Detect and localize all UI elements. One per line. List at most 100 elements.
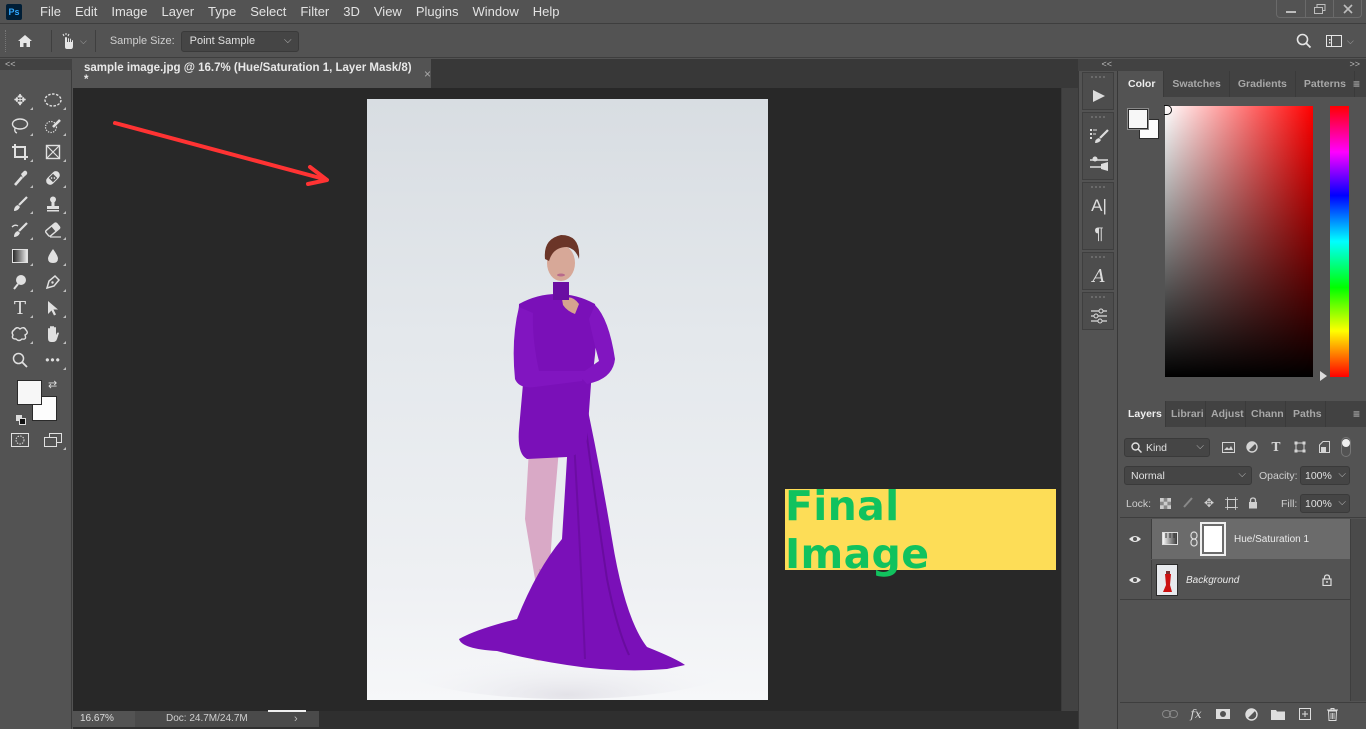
screen-mode-button[interactable] (40, 429, 66, 451)
color-saturation-field[interactable] (1165, 106, 1313, 377)
new-group-button[interactable] (1270, 706, 1286, 722)
lock-position-button[interactable]: ✥ (1202, 496, 1216, 510)
tab-color[interactable]: Color (1120, 71, 1165, 97)
menu-layer[interactable]: Layer (156, 0, 201, 24)
healing-brush-tool[interactable] (40, 167, 66, 189)
minimize-button[interactable] (1277, 0, 1305, 18)
brush-presets-button[interactable] (1083, 150, 1115, 178)
layer-visibility-toggle[interactable] (1120, 560, 1152, 600)
filter-type-layers-button[interactable]: T (1269, 440, 1283, 454)
menu-window[interactable]: Window (466, 0, 524, 24)
layer-name[interactable]: Background (1186, 575, 1239, 586)
new-fill-adjustment-button[interactable] (1243, 706, 1259, 722)
tab-swatches[interactable]: Swatches (1164, 71, 1230, 97)
type-tool[interactable]: T (7, 297, 33, 319)
actions-button[interactable] (1083, 82, 1115, 110)
layer-name[interactable]: Hue/Saturation 1 (1234, 534, 1309, 545)
dock-collapse-button[interactable]: << (1078, 59, 1118, 71)
edit-toolbar-button[interactable]: ••• (40, 349, 66, 371)
frame-tool[interactable] (40, 141, 66, 163)
swap-colors-button[interactable]: ⇄ (48, 378, 57, 391)
layer-filter-toggle[interactable] (1341, 437, 1351, 457)
document-image[interactable] (367, 99, 768, 700)
color-panel-foreground-swatch[interactable] (1127, 108, 1149, 130)
status-menu-arrow-icon[interactable]: › (289, 711, 319, 727)
lock-all-button[interactable] (1246, 496, 1260, 510)
menu-view[interactable]: View (368, 0, 408, 24)
tab-patterns[interactable]: Patterns (1296, 71, 1355, 97)
layer-row[interactable]: Background (1120, 560, 1350, 600)
tab-channels[interactable]: Chann (1246, 401, 1286, 427)
layers-scrollbar[interactable] (1350, 519, 1366, 701)
tab-gradients[interactable]: Gradients (1230, 71, 1296, 97)
menu-type[interactable]: Type (202, 0, 242, 24)
eyedropper-tool[interactable] (7, 167, 33, 189)
opacity-input[interactable]: 100% ⌵ (1300, 466, 1350, 485)
link-layers-button[interactable] (1162, 706, 1178, 722)
hue-slider-handle[interactable] (1320, 371, 1327, 381)
tab-libraries[interactable]: Librari (1166, 401, 1206, 427)
sample-size-select[interactable]: Point Sample ⌵ (180, 30, 299, 52)
restore-button[interactable] (1305, 0, 1333, 18)
quick-mask-button[interactable] (7, 429, 33, 451)
zoom-level-field[interactable]: 16.67% (73, 711, 135, 727)
tab-adjustments[interactable]: Adjust (1206, 401, 1246, 427)
filter-smart-objects-button[interactable] (1317, 440, 1331, 454)
clone-stamp-tool[interactable] (40, 193, 66, 215)
close-button[interactable] (1333, 0, 1361, 18)
home-button[interactable] (7, 34, 43, 48)
paragraph-button[interactable]: ¶ (1083, 220, 1115, 248)
hue-slider-track[interactable] (1330, 106, 1349, 377)
panel-menu-icon[interactable]: ≡ (1353, 77, 1360, 91)
menu-file[interactable]: File (34, 0, 67, 24)
layer-filter-kind-select[interactable]: Kind ⌵ (1124, 438, 1210, 457)
fill-input[interactable]: 100% ⌵ (1300, 494, 1350, 513)
path-selection-tool[interactable] (40, 297, 66, 319)
layer-row[interactable]: Hue/Saturation 1 (1120, 519, 1350, 559)
quick-select-tool[interactable] (40, 115, 66, 137)
lock-transparent-pixels-button[interactable] (1158, 496, 1172, 510)
workspace-button[interactable]: ⌵ (1326, 35, 1354, 47)
menu-3d[interactable]: 3D (337, 0, 366, 24)
menu-edit[interactable]: Edit (69, 0, 103, 24)
search-button[interactable] (1296, 33, 1312, 54)
pen-tool[interactable] (40, 271, 66, 293)
glyphs-button[interactable]: A (1083, 262, 1115, 290)
history-brush-tool[interactable] (7, 219, 33, 241)
add-mask-button[interactable] (1215, 706, 1231, 722)
lasso-tool[interactable] (7, 115, 33, 137)
panel-menu-icon[interactable]: ≡ (1353, 407, 1360, 421)
blur-tool[interactable] (40, 245, 66, 267)
canvas-vertical-scrollbar[interactable] (1061, 88, 1078, 711)
eraser-tool[interactable] (40, 219, 66, 241)
document-tab[interactable]: sample image.jpg @ 16.7% (Hue/Saturation… (73, 59, 431, 88)
layer-thumbnail[interactable] (1156, 564, 1178, 596)
lock-artboard-button[interactable] (1224, 496, 1238, 510)
close-tab-icon[interactable]: × (424, 67, 431, 81)
filter-shape-layers-button[interactable] (1293, 440, 1307, 454)
crop-tool[interactable] (7, 141, 33, 163)
character-button[interactable]: A| (1083, 192, 1115, 220)
tool-preset-picker[interactable]: ⌵ (60, 33, 87, 49)
layer-style-button[interactable]: fx (1188, 706, 1204, 722)
brush-settings-button[interactable] (1083, 122, 1115, 150)
tab-layers[interactable]: Layers (1120, 401, 1166, 427)
hand-tool[interactable] (40, 323, 66, 345)
properties-button[interactable] (1083, 302, 1115, 330)
blend-mode-select[interactable]: Normal ⌵ (1124, 466, 1252, 485)
right-dock-collapse-button[interactable]: >> (1118, 59, 1366, 71)
zoom-tool[interactable] (7, 349, 33, 371)
layer-mask-thumbnail[interactable] (1200, 522, 1226, 556)
menu-filter[interactable]: Filter (294, 0, 335, 24)
custom-shape-tool[interactable] (7, 323, 33, 345)
brush-tool[interactable] (7, 193, 33, 215)
dodge-tool[interactable] (7, 271, 33, 293)
marquee-tool[interactable] (40, 89, 66, 111)
foreground-color-swatch[interactable] (17, 380, 42, 405)
menu-help[interactable]: Help (527, 0, 566, 24)
tab-paths[interactable]: Paths (1286, 401, 1326, 427)
default-colors-button[interactable] (16, 412, 26, 425)
menu-select[interactable]: Select (244, 0, 292, 24)
new-layer-button[interactable] (1297, 706, 1313, 722)
menu-plugins[interactable]: Plugins (410, 0, 465, 24)
